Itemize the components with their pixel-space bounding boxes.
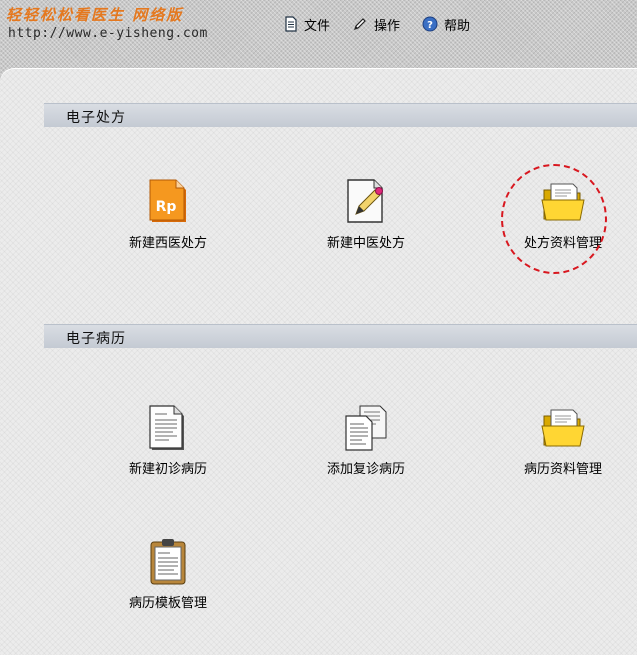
svg-text:?: ? (427, 20, 433, 31)
section-title-prescription: 电子处方 (66, 110, 126, 126)
tile-record-template-management[interactable]: 病历模板管理 (103, 538, 233, 611)
logo-url: http://www.e-yisheng.com (8, 26, 208, 41)
menu-file[interactable]: 文件 (284, 15, 330, 34)
tile-prescription-data-management[interactable]: 处方资料管理 (498, 178, 628, 251)
logo-title: 轻轻松松看医生 网络版 (6, 6, 184, 24)
help-icon: ? (422, 16, 438, 32)
section-header-record: 电子病历 (44, 324, 637, 348)
menu-help[interactable]: ? 帮助 (422, 15, 470, 34)
menu-operate[interactable]: 操作 (352, 15, 400, 34)
pencil-icon (352, 16, 368, 32)
tile-label: 病历资料管理 (523, 462, 602, 477)
documents-icon (345, 405, 387, 451)
menu-help-label: 帮助 (444, 18, 471, 34)
tile-label: 新建西医处方 (128, 236, 207, 251)
document-icon (149, 405, 184, 450)
main-panel (0, 68, 637, 655)
open-folder-icon (541, 183, 585, 221)
tile-new-chinese-prescription[interactable]: 新建中医处方 (301, 178, 431, 251)
section-header-prescription: 电子处方 (44, 103, 637, 127)
section-title-record: 电子病历 (66, 331, 126, 347)
tile-label: 新建初诊病历 (128, 462, 207, 477)
menu-file-label: 文件 (304, 18, 331, 34)
file-icon (284, 16, 298, 32)
tile-record-data-management[interactable]: 病历资料管理 (498, 404, 628, 477)
tile-new-initial-record[interactable]: 新建初诊病历 (103, 404, 233, 477)
tile-label: 新建中医处方 (326, 236, 405, 251)
menu-operate-label: 操作 (374, 18, 401, 34)
svg-text:Rp: Rp (156, 199, 177, 215)
open-folder-icon (541, 409, 585, 447)
tile-label: 处方资料管理 (523, 236, 602, 251)
tile-label: 病历模板管理 (128, 596, 207, 611)
clipboard-icon (150, 539, 186, 585)
tile-add-followup-record[interactable]: 添加复诊病历 (301, 404, 431, 477)
app-header: 轻轻松松看医生 网络版 http://www.e-yisheng.com 文件 … (0, 0, 637, 70)
menu-bar: 文件 操作 ? 帮助 (284, 14, 470, 34)
tile-new-western-prescription[interactable]: Rp 新建西医处方 (103, 178, 233, 251)
tile-label: 添加复诊病历 (326, 462, 405, 477)
pencil-document-icon (347, 179, 383, 223)
rp-prescription-icon: Rp (149, 179, 186, 222)
